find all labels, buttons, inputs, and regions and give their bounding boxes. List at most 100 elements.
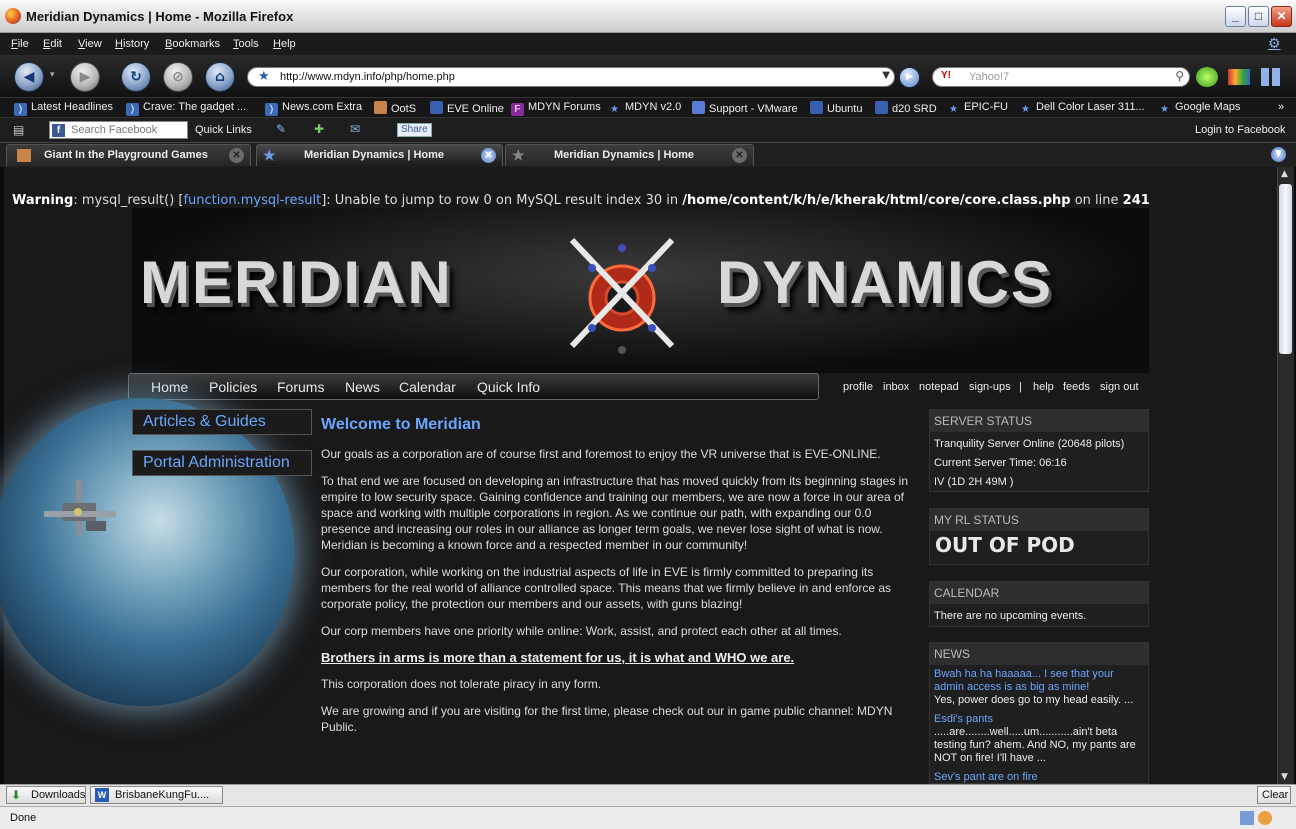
star-icon: ★ [610, 104, 619, 115]
scrollbar-thumb[interactable] [1279, 184, 1292, 354]
maximize-button[interactable]: □ [1248, 6, 1269, 27]
news-link[interactable]: Sev's pant are on fire [934, 771, 1144, 783]
url-dropdown-icon[interactable]: ▼ [882, 70, 890, 81]
tab-giant-in-the-playground[interactable]: Giant In the Playground Games ✕ [6, 144, 251, 166]
home-button[interactable]: ⌂ [205, 62, 235, 92]
menu-help[interactable]: Help [273, 38, 296, 50]
search-icon[interactable]: ⚲ [1175, 69, 1184, 83]
forward-button[interactable]: ▶ [70, 62, 100, 92]
tab-meridian-home-active[interactable]: ★ Meridian Dynamics | Home ✕ [256, 144, 503, 166]
back-history-dropdown-icon[interactable]: ▾ [50, 70, 55, 80]
page-icon [692, 101, 705, 114]
bookmark-mdyn-v2[interactable]: ★ MDYN v2.0 [608, 101, 681, 116]
menu-edit[interactable]: Edit [43, 38, 62, 50]
fb-share-button[interactable]: Share [397, 123, 432, 137]
server-status-box: SERVER STATUS Tranquility Server Online … [929, 409, 1149, 492]
bookmark-eve-online[interactable]: EVE Online [430, 101, 504, 115]
mysql-result-link[interactable]: function.mysql-result [183, 193, 321, 208]
news-link[interactable]: Bwah ha ha haaaaa... I see that your adm… [934, 668, 1144, 694]
nav-calendar[interactable]: Calendar [399, 379, 456, 395]
url-text[interactable]: http://www.mdyn.info/php/home.php [280, 71, 455, 83]
sidebar-portal-admin[interactable]: Portal Administration [132, 450, 312, 476]
star-favicon-icon: ★ [512, 147, 525, 163]
close-tab-icon[interactable]: ✕ [481, 148, 496, 163]
folder-icon [810, 101, 823, 114]
bookmark-latest-headlines[interactable]: ) Latest Headlines [14, 101, 113, 116]
bookmark-ubuntu[interactable]: Ubuntu [810, 101, 862, 115]
server-skill-text: IV (1D 2H 49M ) [934, 476, 1014, 488]
menu-view[interactable]: View [78, 38, 102, 50]
link-profile[interactable]: profile [843, 381, 873, 393]
addon-greasemonkey-icon[interactable] [1196, 67, 1218, 87]
go-button[interactable]: ▶ [899, 67, 920, 88]
nav-policies[interactable]: Policies [209, 379, 257, 395]
link-inbox[interactable]: inbox [883, 381, 909, 393]
link-notepad[interactable]: notepad [919, 381, 959, 393]
paragraph: To that end we are focused on developing… [321, 474, 909, 552]
bookmark-mdyn-forums[interactable]: F MDYN Forums [511, 101, 601, 116]
search-input[interactable]: Yahoo!7 [969, 71, 1009, 83]
nav-quick-info[interactable]: Quick Info [477, 379, 540, 395]
news-item: Sev's pant are on fire [934, 771, 1144, 783]
link-sign-ups[interactable]: sign-ups [969, 381, 1011, 393]
scroll-down-icon[interactable]: ▼ [1281, 772, 1288, 782]
fb-messages-icon[interactable]: ✉ [350, 122, 360, 136]
bookmark-crave[interactable]: ) Crave: The gadget ... [126, 101, 246, 116]
yahoo-engine-icon[interactable]: Y! [941, 70, 951, 81]
reload-button[interactable]: ↻ [121, 62, 151, 92]
download-item[interactable]: W BrisbaneKungFu.... [90, 786, 223, 804]
fb-sidebar-icon[interactable]: ▤ [13, 123, 24, 137]
fb-login-link[interactable]: Login to Facebook [1195, 124, 1286, 136]
bookmark-d20-srd[interactable]: d20 SRD [875, 101, 937, 115]
close-tab-icon[interactable]: ✕ [732, 148, 747, 163]
bookmark-support-vmware[interactable]: Support - VMware [692, 101, 798, 115]
fb-quick-links[interactable]: Quick Links [195, 124, 252, 136]
nav-forums[interactable]: Forums [277, 379, 324, 395]
back-button[interactable]: ◀ [14, 62, 44, 92]
bookmark-google-maps[interactable]: ★ Google Maps [1158, 101, 1240, 116]
url-bar[interactable]: ★ http://www.mdyn.info/php/home.php ▼ [247, 67, 895, 87]
paragraph: This corporation does not tolerate pirac… [321, 677, 602, 691]
minimize-button[interactable]: _ [1225, 6, 1246, 27]
addon-gallery-icon[interactable] [1228, 69, 1250, 85]
bookmark-dell-color-laser[interactable]: ★ Dell Color Laser 311... [1019, 101, 1145, 116]
bookmark-epic-fu[interactable]: ★ EPIC-FU [947, 101, 1008, 116]
bookmark-news-com-extra[interactable]: ) News.com Extra [265, 101, 362, 116]
calendar-text: There are no upcoming events. [934, 610, 1087, 622]
fb-requests-icon[interactable]: ✚ [314, 122, 324, 136]
news-link[interactable]: Esdi's pants [934, 713, 1144, 726]
addon-grid-icon[interactable] [1261, 68, 1281, 86]
paragraph: Our corp members have one priority while… [321, 624, 842, 638]
stop-button[interactable]: ⊘ [163, 62, 193, 92]
facebook-search-field[interactable]: f Search Facebook [49, 121, 188, 139]
search-bar[interactable]: Y! Yahoo!7 ⚲ [932, 67, 1190, 87]
link-help[interactable]: help [1033, 381, 1054, 393]
downloads-button[interactable]: ⬇ Downloads [6, 786, 86, 804]
clear-downloads-button[interactable]: Clear [1257, 786, 1291, 804]
status-security-icon[interactable] [1258, 811, 1272, 825]
close-window-button[interactable]: ✕ [1271, 6, 1292, 27]
status-addon-icon[interactable] [1240, 811, 1254, 825]
link-sign-out[interactable]: sign out [1100, 381, 1139, 393]
status-text: Done [10, 812, 37, 824]
server-online-text: Tranquility Server Online (20648 pilots) [934, 438, 1125, 450]
tab-list-icon[interactable]: ▼ [1271, 147, 1286, 162]
calendar-title: CALENDAR [930, 582, 1148, 604]
menu-tools[interactable]: Tools [233, 38, 259, 50]
bookmarks-overflow-icon[interactable]: » [1278, 101, 1284, 113]
window-titlebar[interactable]: Meridian Dynamics | Home - Mozilla Firef… [0, 0, 1296, 33]
close-tab-icon[interactable]: ✕ [229, 148, 244, 163]
bookmark-oots[interactable]: OotS [374, 101, 416, 115]
menu-bar: File Edit View History Bookmarks Tools H… [0, 33, 1296, 55]
tab-meridian-home[interactable]: ★ Meridian Dynamics | Home ✕ [505, 144, 754, 166]
star-icon: ★ [949, 104, 958, 115]
sidebar-articles-guides[interactable]: Articles & Guides [132, 409, 312, 435]
nav-home[interactable]: Home [151, 379, 188, 395]
fb-friends-icon[interactable]: ✎ [276, 122, 286, 136]
menu-file[interactable]: File [11, 38, 29, 50]
scroll-up-icon[interactable]: ▲ [1281, 169, 1288, 179]
link-feeds[interactable]: feeds [1063, 381, 1090, 393]
nav-news[interactable]: News [345, 379, 380, 395]
menu-history[interactable]: History [115, 38, 149, 50]
menu-bookmarks[interactable]: Bookmarks [165, 38, 220, 50]
